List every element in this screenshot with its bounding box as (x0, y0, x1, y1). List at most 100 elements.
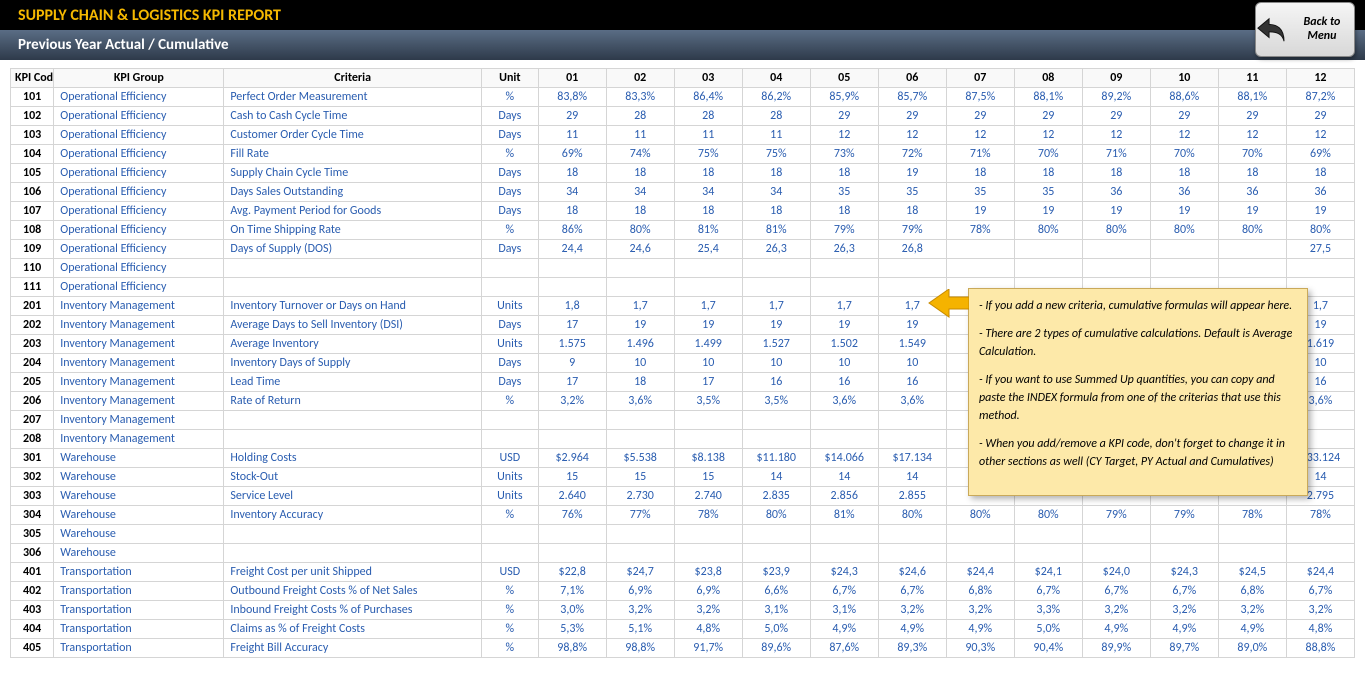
cell-value[interactable]: 4,9% (1150, 620, 1218, 639)
cell-group[interactable]: Inventory Management (54, 430, 224, 449)
cell-value[interactable]: 18 (1014, 164, 1082, 183)
cell-value[interactable]: 17 (538, 373, 606, 392)
cell-value[interactable]: 6,7% (1082, 582, 1150, 601)
cell-value[interactable]: 5,0% (1014, 620, 1082, 639)
cell-value[interactable]: 80% (1150, 221, 1218, 240)
cell-group[interactable]: Transportation (54, 582, 224, 601)
cell-value[interactable]: 29 (1286, 107, 1354, 126)
cell-group[interactable]: Inventory Management (54, 316, 224, 335)
cell-value[interactable] (538, 259, 606, 278)
cell-value[interactable]: 6,9% (674, 582, 742, 601)
cell-group[interactable]: Inventory Management (54, 335, 224, 354)
cell-value[interactable]: 26,8 (878, 240, 946, 259)
cell-group[interactable]: Operational Efficiency (54, 202, 224, 221)
cell-criteria[interactable]: Service Level (224, 487, 482, 506)
cell-criteria[interactable]: Holding Costs (224, 449, 482, 468)
cell-code[interactable]: 305 (11, 525, 54, 544)
cell-value[interactable]: 87,2% (1286, 88, 1354, 107)
cell-code[interactable]: 110 (11, 259, 54, 278)
cell-unit[interactable]: Days (481, 183, 538, 202)
cell-criteria[interactable]: Days Sales Outstanding (224, 183, 482, 202)
cell-value[interactable]: 12 (1082, 126, 1150, 145)
cell-value[interactable] (878, 430, 946, 449)
cell-value[interactable]: $24,5 (1218, 563, 1286, 582)
cell-unit[interactable] (481, 544, 538, 563)
cell-value[interactable]: 80% (606, 221, 674, 240)
cell-value[interactable] (1150, 544, 1218, 563)
cell-value[interactable]: 12 (1014, 126, 1082, 145)
cell-code[interactable]: 202 (11, 316, 54, 335)
cell-value[interactable]: 26,3 (742, 240, 810, 259)
cell-value[interactable]: 81% (674, 221, 742, 240)
cell-value[interactable] (538, 525, 606, 544)
cell-code[interactable]: 205 (11, 373, 54, 392)
cell-value[interactable] (1218, 525, 1286, 544)
cell-value[interactable]: 18 (810, 202, 878, 221)
cell-value[interactable]: 19 (946, 202, 1014, 221)
cell-value[interactable]: 5,3% (538, 620, 606, 639)
cell-value[interactable] (878, 525, 946, 544)
cell-value[interactable]: 34 (606, 183, 674, 202)
cell-value[interactable]: 3,2% (1286, 601, 1354, 620)
cell-value[interactable]: 24,4 (538, 240, 606, 259)
cell-value[interactable]: 12 (946, 126, 1014, 145)
cell-value[interactable] (1218, 240, 1286, 259)
cell-value[interactable]: 72% (878, 145, 946, 164)
cell-value[interactable] (1082, 259, 1150, 278)
cell-unit[interactable]: Units (481, 468, 538, 487)
cell-value[interactable]: 3,2% (674, 601, 742, 620)
cell-value[interactable]: 71% (1082, 145, 1150, 164)
cell-value[interactable]: 6,7% (878, 582, 946, 601)
cell-value[interactable]: 18 (1286, 164, 1354, 183)
cell-value[interactable] (878, 411, 946, 430)
cell-value[interactable]: 3,2% (878, 601, 946, 620)
cell-value[interactable] (742, 525, 810, 544)
cell-value[interactable]: 2.855 (878, 487, 946, 506)
cell-group[interactable]: Operational Efficiency (54, 259, 224, 278)
cell-value[interactable]: 11 (742, 126, 810, 145)
cell-value[interactable] (538, 430, 606, 449)
cell-criteria[interactable] (224, 525, 482, 544)
cell-value[interactable] (1150, 525, 1218, 544)
cell-value[interactable]: 25,4 (674, 240, 742, 259)
cell-value[interactable]: 28 (674, 107, 742, 126)
cell-code[interactable]: 404 (11, 620, 54, 639)
cell-value[interactable]: 4,9% (946, 620, 1014, 639)
cell-value[interactable]: 75% (742, 145, 810, 164)
cell-code[interactable]: 201 (11, 297, 54, 316)
cell-value[interactable]: 11 (674, 126, 742, 145)
cell-criteria[interactable]: Claims as % of Freight Costs (224, 620, 482, 639)
cell-value[interactable]: 4,9% (810, 620, 878, 639)
cell-value[interactable]: 78% (946, 221, 1014, 240)
cell-value[interactable]: 70% (1014, 145, 1082, 164)
cell-value[interactable]: 19 (810, 316, 878, 335)
cell-value[interactable]: 35 (946, 183, 1014, 202)
cell-value[interactable]: 11 (538, 126, 606, 145)
cell-criteria[interactable]: Cash to Cash Cycle Time (224, 107, 482, 126)
cell-value[interactable]: $23,8 (674, 563, 742, 582)
cell-value[interactable]: 26,3 (810, 240, 878, 259)
cell-value[interactable]: 89,0% (1218, 639, 1286, 658)
cell-value[interactable]: 89,9% (1082, 639, 1150, 658)
cell-value[interactable] (674, 278, 742, 297)
cell-value[interactable] (742, 411, 810, 430)
cell-value[interactable]: $22,8 (538, 563, 606, 582)
cell-value[interactable] (674, 430, 742, 449)
cell-value[interactable]: 36 (1150, 183, 1218, 202)
cell-value[interactable]: 3,5% (742, 392, 810, 411)
cell-value[interactable]: 98,8% (538, 639, 606, 658)
cell-value[interactable]: 11 (606, 126, 674, 145)
cell-group[interactable]: Warehouse (54, 525, 224, 544)
cell-value[interactable]: 87,5% (946, 88, 1014, 107)
cell-value[interactable] (674, 544, 742, 563)
cell-value[interactable]: 14 (878, 468, 946, 487)
cell-value[interactable]: 4,8% (674, 620, 742, 639)
cell-value[interactable]: 29 (1082, 107, 1150, 126)
cell-value[interactable]: 85,9% (810, 88, 878, 107)
cell-value[interactable]: 77% (606, 506, 674, 525)
cell-value[interactable] (1082, 525, 1150, 544)
cell-unit[interactable]: Units (481, 297, 538, 316)
cell-value[interactable]: 75% (674, 145, 742, 164)
cell-value[interactable]: 1,7 (606, 297, 674, 316)
cell-value[interactable]: 29 (538, 107, 606, 126)
